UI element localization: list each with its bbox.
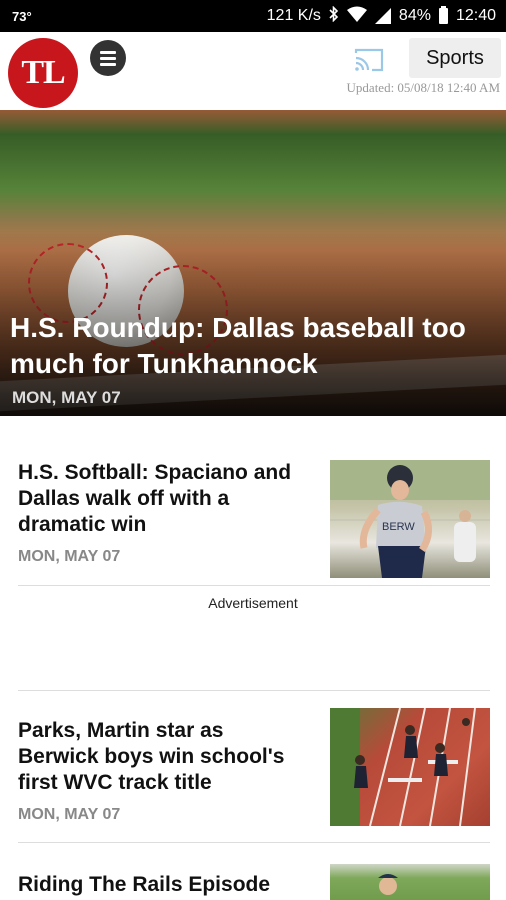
hero-headline[interactable]: H.S. Roundup: Dallas baseball too much f… [10,310,500,382]
status-right: 121 K/s 84% 12:40 [266,5,496,27]
story-thumbnail[interactable]: BERW [330,460,490,578]
times-leader-logo[interactable]: TL [8,38,78,108]
jersey-lettering: BERW [382,521,415,533]
updated-timestamp: Updated: 05/08/18 12:40 AM [346,80,500,95]
story-thumbnail[interactable] [330,708,490,826]
story-headline[interactable]: Riding The Rails Episode [18,872,318,898]
wifi-icon [346,6,367,27]
story-thumbnail[interactable] [330,864,490,900]
section-selector-button[interactable]: Sports [409,38,501,78]
divider [18,842,490,843]
bluetooth-icon [329,5,339,27]
battery-percent: 84% [398,7,431,24]
menu-button[interactable] [90,40,126,76]
story-date: MON, MAY 07 [18,548,121,565]
hero-story[interactable]: H.S. Roundup: Dallas baseball too much f… [0,110,506,416]
story-headline[interactable]: H.S. Softball: Spaciano and Dallas walk … [18,460,308,538]
divider [18,690,490,691]
status-bar: 73° 121 K/s 84% 12:40 [0,0,506,32]
divider [18,585,490,586]
cast-icon[interactable] [354,48,384,72]
story-item[interactable]: H.S. Softball: Spaciano and Dallas walk … [18,460,490,580]
advertisement-label: Advertisement [208,595,298,611]
menu-line-icon [100,50,116,54]
menu-line-icon [100,62,116,66]
story-headline[interactable]: Parks, Martin star as Berwick boys win s… [18,718,308,796]
network-speed: 121 K/s [266,7,321,24]
story-item[interactable]: Parks, Martin star as Berwick boys win s… [18,708,490,838]
cellular-signal-icon [374,8,391,24]
clock: 12:40 [455,7,496,24]
menu-line-icon [100,56,116,60]
temperature-indicator: 73° [12,8,32,24]
story-item[interactable]: Riding The Rails Episode [18,864,490,900]
app-header: TL Sports Updated: 05/08/18 12:40 AM [0,32,506,110]
hero-date: MON, MAY 07 [12,388,121,407]
story-date: MON, MAY 07 [18,806,121,823]
battery-icon [438,6,448,24]
